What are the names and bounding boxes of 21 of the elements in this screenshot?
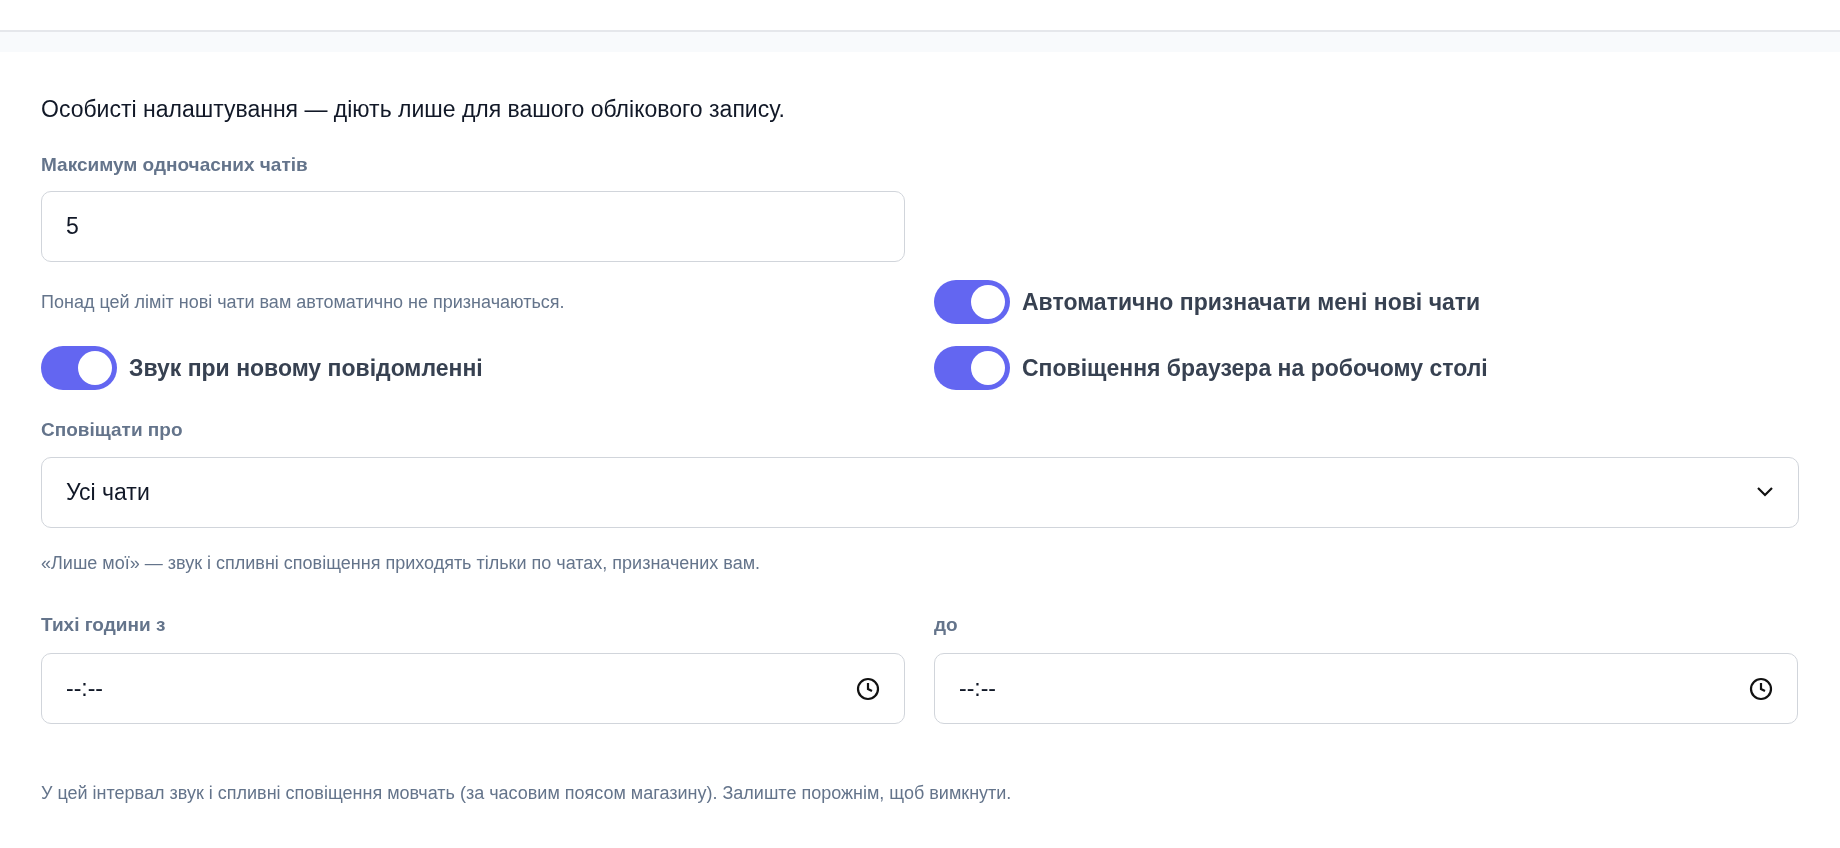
- field-label: до: [934, 612, 959, 637]
- field-label: Тихі години з: [41, 612, 167, 637]
- toggle-label: Автоматично призначати мені нові чати: [1022, 287, 1481, 317]
- toggle-switch[interactable]: [934, 280, 1010, 324]
- time-field[interactable]: --:--: [41, 653, 905, 724]
- time-field[interactable]: --:--: [934, 653, 1798, 724]
- field-label: Максимум одночасних чатів: [41, 152, 309, 177]
- toggle-label: Сповіщення браузера на робочому столі: [1022, 353, 1488, 383]
- chevron-down-icon: [1756, 486, 1774, 498]
- clock-icon: [856, 676, 880, 701]
- field-label: Сповіщати про: [41, 418, 184, 442]
- notify-select[interactable]: Усі чати: [41, 456, 1799, 528]
- max-chats-input[interactable]: 5: [41, 191, 905, 262]
- intro-text: Особисті налаштування — діють лише для вашого облікового запису.: [41, 95, 786, 124]
- toggle-switch[interactable]: [41, 346, 117, 390]
- clock-icon: [1749, 676, 1773, 701]
- hint-text: «Лише мої» — звук і спливні сповіщення приходять тільки по чатах, призначених вам.: [41, 551, 762, 575]
- hint-text: Понад цей ліміт нові чати вам автоматично не призначаються.: [41, 290, 565, 314]
- toggle-switch[interactable]: [934, 346, 1010, 390]
- hint-text: У цей інтервал звук і спливні сповіщення мовчать (за часовим поясом магазину). Залиште порожнім, щоб вимкнути.: [41, 782, 1013, 805]
- toggle-label: Звук при новому повідомленні: [129, 353, 483, 383]
